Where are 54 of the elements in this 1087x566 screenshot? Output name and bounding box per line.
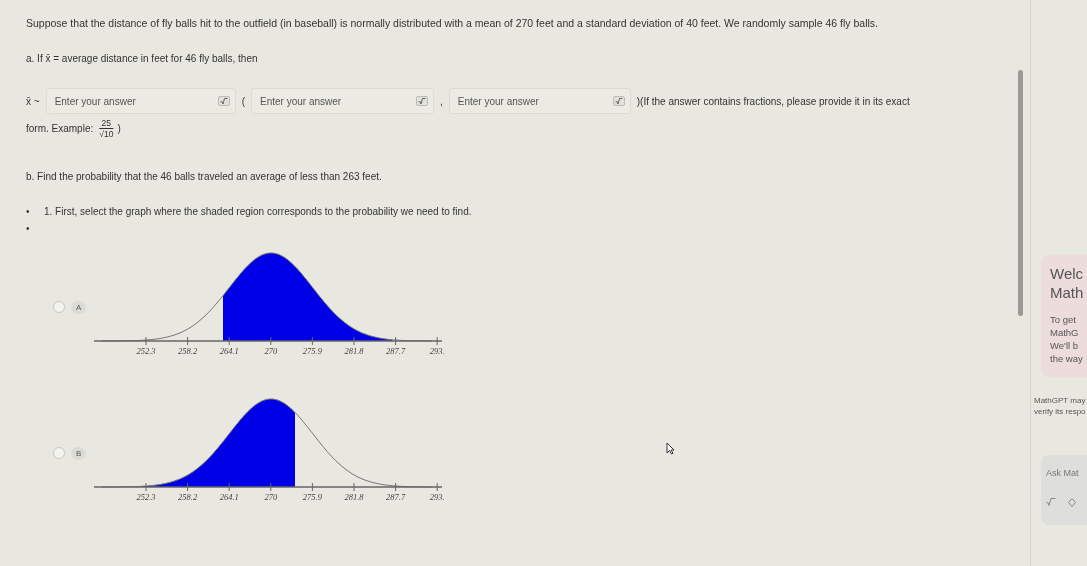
disclaimer-text: verify its respo xyxy=(1034,406,1087,417)
welcome-text: To get xyxy=(1050,313,1077,326)
scrollbar-thumb[interactable] xyxy=(1018,70,1023,316)
example-label: form. Example: xyxy=(26,123,94,134)
radio-button[interactable] xyxy=(53,447,65,459)
square-root-icon[interactable] xyxy=(1046,498,1056,506)
fraction-denominator: √10 xyxy=(99,129,114,139)
tick-label: 270 xyxy=(264,346,278,356)
tick-label: 264.1 xyxy=(220,492,240,502)
welcome-heading: Math xyxy=(1050,283,1085,302)
punctuation-text: ) xyxy=(117,123,121,134)
option-letter: B xyxy=(71,446,87,460)
tick-label: 252.3 xyxy=(136,346,156,356)
tick-label: 287.7 xyxy=(386,346,406,356)
tick-label: 258.2 xyxy=(178,346,198,356)
punctuation-text: ( xyxy=(241,95,245,107)
square-root-icon[interactable] xyxy=(217,96,230,106)
tick-label: 293. xyxy=(430,492,445,502)
punctuation-text: )(If the answer contains fractions, please provide it in its exact xyxy=(636,95,910,107)
cursor-icon xyxy=(666,442,675,455)
radio-button[interactable] xyxy=(53,301,65,313)
problem-text: Suppose that the distance of fly balls hit to the outfield (in baseball) is normally distributed with a mean of 270 feet and a standard deviation of 40 feet. We randomly sample 46 fly balls. xyxy=(26,16,879,31)
welcome-text: the way xyxy=(1050,352,1084,365)
diamond-icon[interactable] xyxy=(1068,498,1076,507)
answer-field[interactable]: Enter your answer xyxy=(448,88,631,114)
welcome-heading: Welc xyxy=(1050,264,1085,283)
tick-label: 281.8 xyxy=(344,346,364,356)
tick-label: 270 xyxy=(264,492,278,502)
tick-label: 258.2 xyxy=(178,492,198,502)
fraction-numerator: 25 xyxy=(99,118,114,129)
square-root-icon[interactable] xyxy=(612,96,625,106)
distribution-label: x̄ ~ xyxy=(26,95,40,107)
ask-placeholder: Ask Mat xyxy=(1046,468,1080,478)
part-a-text: a. If x̄ = average distance in feet for 46 fly balls, then xyxy=(26,52,259,66)
punctuation-text: , xyxy=(439,95,443,107)
disclaimer-text: MathGPT may xyxy=(1034,395,1087,406)
bullet-mark: • xyxy=(26,223,31,234)
welcome-text: MathG xyxy=(1050,326,1080,339)
tick-label: 275.9 xyxy=(303,492,323,502)
tick-label: 293. xyxy=(430,346,445,356)
step-text: 1. First, select the graph where the shaded region corresponds to the probability we need to find. xyxy=(44,206,472,217)
square-root-icon[interactable] xyxy=(415,96,428,106)
tick-label: 281.8 xyxy=(344,492,364,502)
tick-label: 252.3 xyxy=(136,492,156,502)
answer-field[interactable]: Enter your answer xyxy=(45,88,236,114)
welcome-text: We'll b xyxy=(1050,339,1080,352)
option-letter: A xyxy=(71,300,87,314)
ask-field[interactable]: Ask Mat xyxy=(1041,455,1087,525)
tick-label: 275.9 xyxy=(303,346,323,356)
tick-label: 287.7 xyxy=(386,492,406,502)
answer-field[interactable]: Enter your answer xyxy=(250,88,434,114)
tick-label: 264.1 xyxy=(220,346,240,356)
part-b-text: b. Find the probability that the 46 balls traveled an average of less than 263 feet. xyxy=(26,170,383,184)
bullet-mark: • xyxy=(26,206,31,217)
